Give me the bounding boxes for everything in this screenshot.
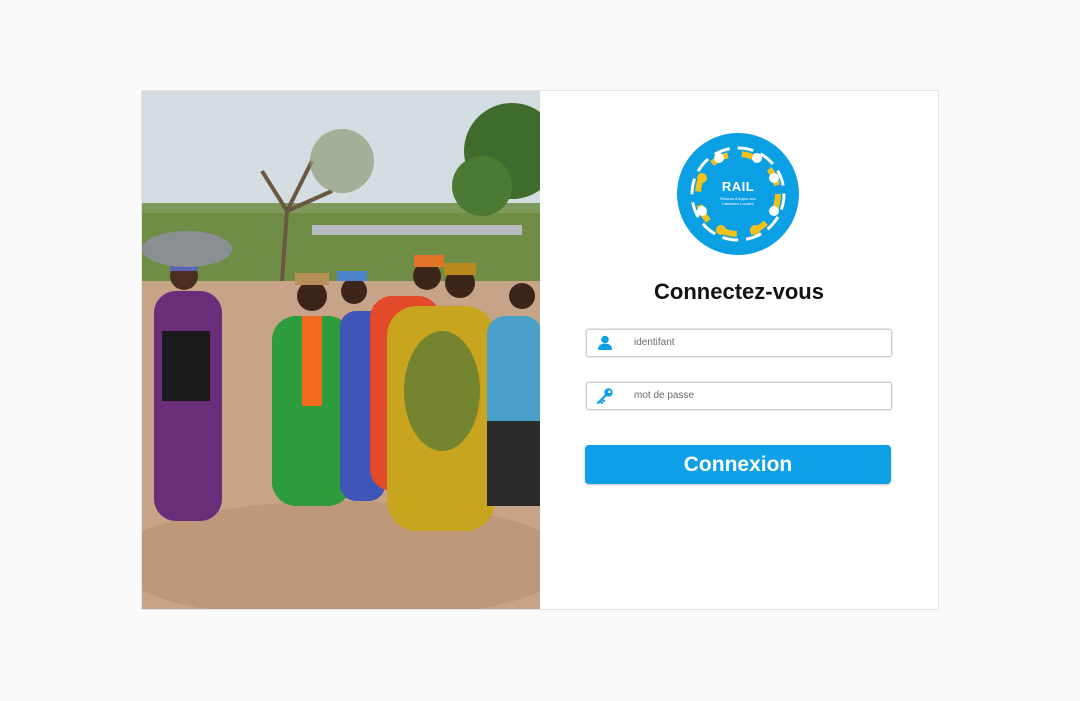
logo-name: RAIL bbox=[721, 179, 755, 194]
password-field[interactable]: mot de passe bbox=[586, 382, 892, 410]
user-icon bbox=[598, 335, 612, 350]
password-placeholder: mot de passe bbox=[634, 390, 695, 401]
hero-photo bbox=[142, 91, 540, 609]
username-placeholder: identifant bbox=[634, 337, 675, 348]
key-icon bbox=[596, 388, 613, 405]
login-button[interactable]: Connexion bbox=[585, 445, 891, 484]
rail-logo: RAIL Réseau d'Appui aux Initiatives Loca… bbox=[677, 133, 799, 255]
logo-tagline: Réseau d'Appui aux Initiatives Locales bbox=[720, 196, 756, 206]
page-title: Connectez-vous bbox=[654, 279, 824, 304]
username-field[interactable]: identifant bbox=[586, 329, 892, 357]
login-card: RAIL Réseau d'Appui aux Initiatives Loca… bbox=[141, 90, 939, 610]
login-pane: RAIL Réseau d'Appui aux Initiatives Loca… bbox=[540, 91, 938, 609]
